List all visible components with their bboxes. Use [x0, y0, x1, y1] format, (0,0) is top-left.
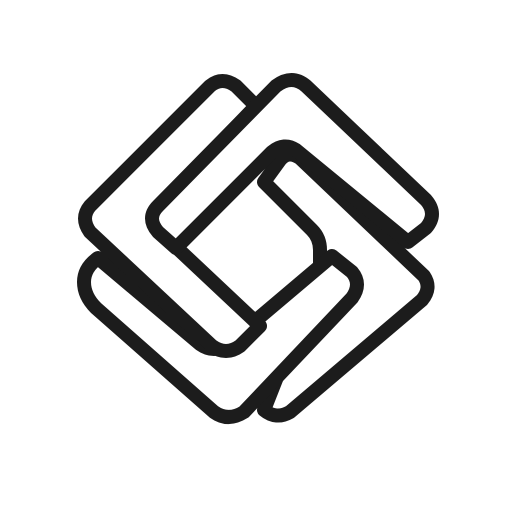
logo-canvas [0, 0, 512, 512]
interlocking-diamond-knot-icon [77, 73, 439, 424]
